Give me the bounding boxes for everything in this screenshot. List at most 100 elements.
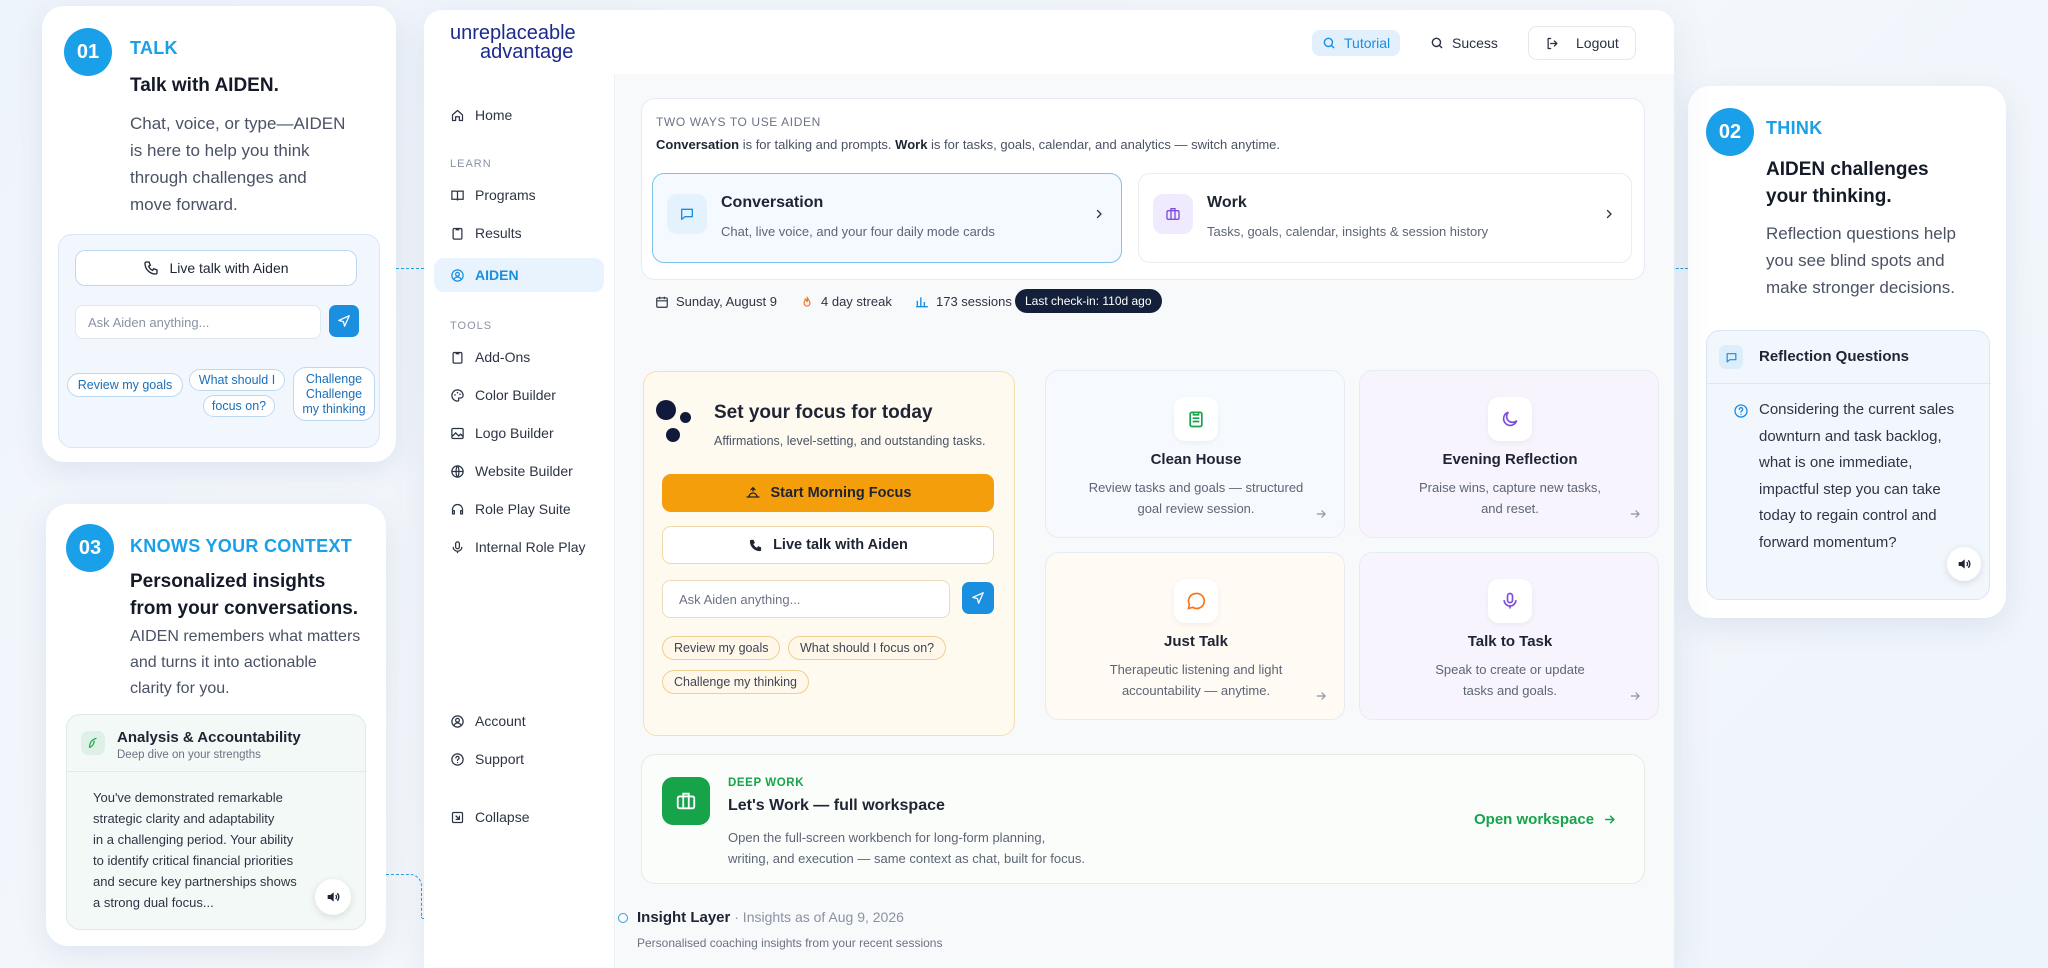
conversation-mode-card[interactable]: Conversation Chat, live voice, and your …	[652, 173, 1122, 263]
flame-icon	[800, 295, 814, 309]
speaker-icon	[1956, 556, 1972, 572]
analysis-subtitle: Deep dive on your strengths	[117, 749, 261, 761]
app-window: unreplaceable advantage Tutorial Sucess …	[424, 10, 1674, 968]
phone-icon	[748, 538, 763, 553]
clipboard-icon	[450, 350, 465, 365]
focus-chip-review[interactable]: Review my goals	[662, 636, 781, 660]
help-icon	[450, 752, 465, 767]
nav-logo-builder[interactable]: Logo Builder	[434, 416, 604, 450]
last-checkin-badge: Last check-in: 110d ago	[1015, 289, 1162, 313]
clipboard-icon	[1174, 397, 1218, 441]
chip-challenge[interactable]: Challenge Challenge my thinking	[293, 367, 375, 421]
insight-header: Insight Layer · Insights as of Aug 9, 20…	[637, 909, 904, 926]
open-workspace-link[interactable]: Open workspace	[1474, 811, 1617, 828]
headset-icon	[450, 502, 465, 517]
speaker-icon	[325, 889, 341, 905]
focus-chip-challenge[interactable]: Challenge my thinking	[662, 670, 809, 694]
focus-send-button[interactable]	[962, 582, 994, 614]
chevron-right-icon	[1093, 208, 1105, 220]
tile-just-talk[interactable]: Just Talk Therapeutic listening and ligh…	[1045, 552, 1345, 720]
nav-collapse[interactable]: Collapse	[434, 800, 604, 834]
streak-stat: 4 day streak	[800, 294, 892, 309]
nav-addons[interactable]: Add-Ons	[434, 340, 604, 374]
step-badge: 03	[66, 524, 114, 572]
nav-role-play-suite[interactable]: Role Play Suite	[434, 492, 604, 526]
callout-talk: 01 TALK Talk with AIDEN. Chat, voice, or…	[42, 6, 396, 462]
send-icon	[337, 314, 351, 328]
focus-live-talk-button[interactable]: Live talk with Aiden	[662, 526, 994, 564]
chip-review-goals[interactable]: Review my goals	[67, 373, 183, 397]
speaker-button[interactable]	[1947, 547, 1981, 581]
moon-icon	[1488, 397, 1532, 441]
tutorial-button[interactable]: Tutorial	[1312, 30, 1401, 56]
phone-icon	[143, 260, 159, 276]
start-morning-focus-button[interactable]: Start Morning Focus	[662, 474, 994, 512]
speaker-button[interactable]	[315, 879, 351, 915]
deep-work-panel: DEEP WORK Let's Work — full workspace Op…	[641, 754, 1645, 884]
tile-evening-reflection[interactable]: Evening Reflection Praise wins, capture …	[1359, 370, 1659, 538]
focus-subtitle: Affirmations, level-setting, and outstan…	[714, 434, 986, 448]
two-ways-panel: TWO WAYS TO USE AIDEN Conversation is fo…	[641, 98, 1645, 280]
sunrise-icon	[745, 485, 761, 501]
focus-ask-input[interactable]: Ask Aiden anything...	[662, 580, 950, 618]
callout-context: 03 KNOWS YOUR CONTEXT Personalized insig…	[46, 504, 386, 946]
nav-account[interactable]: Account	[434, 704, 604, 738]
logout-icon	[1545, 36, 1560, 51]
chip-focus-on[interactable]: focus on?	[203, 395, 275, 417]
two-ways-heading: TWO WAYS TO USE AIDEN	[656, 115, 821, 129]
search-icon	[1430, 36, 1444, 50]
nav-home[interactable]: Home	[434, 98, 604, 132]
nav-section-learn: LEARN	[450, 158, 492, 170]
aiden-dots-icon	[656, 400, 696, 444]
chat-bubble-icon	[1719, 345, 1743, 369]
callout-title: AIDEN challenges your thinking.	[1766, 159, 1929, 207]
top-bar: unreplaceable advantage Tutorial Sucess …	[424, 10, 1674, 74]
arrow-right-icon	[1314, 689, 1328, 703]
reflection-title: Reflection Questions	[1759, 348, 1910, 365]
focus-chip-what-should[interactable]: What should I focus on?	[788, 636, 947, 660]
deep-work-title: Let's Work — full workspace	[728, 797, 945, 814]
work-mode-card[interactable]: Work Tasks, goals, calendar, insights & …	[1138, 173, 1632, 263]
arrow-right-icon	[1628, 689, 1642, 703]
chip-what-should-i[interactable]: What should I	[189, 369, 285, 391]
deep-work-kicker: DEEP WORK	[728, 777, 805, 789]
nav-support[interactable]: Support	[434, 742, 604, 776]
success-button[interactable]: Sucess	[1420, 30, 1508, 56]
nav-programs[interactable]: Programs	[434, 178, 604, 212]
nav-aiden[interactable]: AIDEN	[434, 258, 604, 292]
ask-input[interactable]: Ask Aiden anything...	[75, 305, 321, 339]
user-icon	[450, 714, 465, 729]
focus-card: Set your focus for today Affirmations, l…	[643, 371, 1015, 736]
step-badge: 01	[64, 28, 112, 76]
sessions-stat: 173 sessions	[915, 294, 1012, 309]
tile-clean-house[interactable]: Clean House Review tasks and goals — str…	[1045, 370, 1345, 538]
search-icon	[1322, 36, 1336, 50]
nav-color-builder[interactable]: Color Builder	[434, 378, 604, 412]
callout-kicker: KNOWS YOUR CONTEXT	[130, 536, 353, 556]
image-icon	[450, 426, 465, 441]
aiden-icon	[450, 268, 465, 283]
chat-icon	[667, 194, 707, 234]
nav-website-builder[interactable]: Website Builder	[434, 454, 604, 488]
briefcase-icon	[1153, 194, 1193, 234]
chat-icon	[1174, 579, 1218, 623]
arrow-right-icon	[1628, 507, 1642, 521]
collapse-icon	[450, 810, 465, 825]
live-talk-button[interactable]: Live talk with Aiden	[75, 250, 357, 286]
brand-logo[interactable]: unreplaceable advantage	[450, 23, 576, 62]
analysis-icon	[81, 731, 105, 755]
insight-dot	[618, 913, 628, 923]
analysis-text: You've demonstrated remarkable strategic…	[93, 790, 297, 910]
send-icon	[971, 591, 985, 605]
nav-internal-role-play[interactable]: Internal Role Play	[434, 530, 604, 564]
send-button[interactable]	[329, 305, 359, 337]
tile-talk-to-task[interactable]: Talk to Task Speak to create or update ta…	[1359, 552, 1659, 720]
callout-description: AIDEN remembers what matters and turns i…	[130, 628, 361, 697]
nav-results[interactable]: Results	[434, 216, 604, 250]
main-content: TWO WAYS TO USE AIDEN Conversation is fo…	[615, 74, 1674, 968]
callout-think: 02 THINK AIDEN challenges your thinking.…	[1688, 86, 2006, 618]
question-icon	[1733, 403, 1749, 419]
date-stat: Sunday, August 9	[655, 294, 777, 309]
logout-button[interactable]: Logout	[1528, 26, 1636, 60]
globe-icon	[450, 464, 465, 479]
